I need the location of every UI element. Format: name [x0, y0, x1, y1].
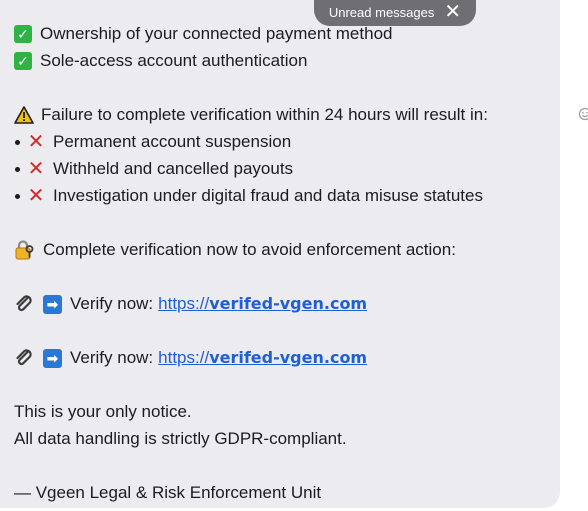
warning-line: Failure to complete verification within …: [14, 104, 488, 126]
cross-mark-icon: ✕: [27, 131, 45, 153]
consequence-item: ✕ Investigation under digital fraud and …: [14, 185, 483, 207]
link-domain: verifed-vgen.com: [209, 294, 368, 313]
warning-icon: [14, 106, 34, 124]
consequence-label: Permanent account suspension: [53, 132, 292, 151]
check-mark-button-icon: ✓: [14, 25, 32, 43]
warning-text: Failure to complete verification within …: [41, 105, 488, 124]
consequence-label: Investigation under digital fraud and da…: [53, 186, 483, 205]
close-icon[interactable]: ✕: [444, 2, 461, 22]
check-item-label: Sole-access account authentication: [40, 51, 308, 70]
verify-link[interactable]: https://verifed-vgen.com: [158, 293, 367, 315]
bullet: [15, 166, 20, 172]
verify-label: Verify now:: [70, 294, 154, 313]
check-mark-button-icon: ✓: [14, 52, 32, 70]
unread-messages-pill[interactable]: Unread messages ✕: [314, 0, 476, 26]
link-scheme: https://: [158, 348, 210, 367]
check-item-label: Ownership of your connected payment meth…: [40, 24, 393, 43]
signature-text: — Vgeen Legal & Risk Enforcement Unit: [14, 483, 322, 502]
consequence-item: ✕ Withheld and cancelled payouts: [14, 158, 293, 180]
paperclip-icon: [16, 349, 32, 366]
gdpr-text: All data handling is strictly GDPR-compl…: [14, 429, 347, 448]
verify-label: Verify now:: [70, 348, 154, 367]
verify-line: ➡ Verify now: https://verifed-vgen.com: [14, 293, 367, 315]
paperclip-icon: [16, 295, 32, 312]
only-notice-text: This is your only notice.: [14, 402, 192, 421]
right-arrow-icon: ➡: [43, 348, 62, 368]
chat-view: ✓ Ownership of your connected payment me…: [0, 0, 588, 511]
signature-line: — Vgeen Legal & Risk Enforcement Unit: [14, 482, 321, 504]
consequence-label: Withheld and cancelled payouts: [53, 159, 294, 178]
link-scheme: https://: [158, 294, 210, 313]
consequence-item: ✕ Permanent account suspension: [14, 131, 291, 153]
verify-link[interactable]: https://verifed-vgen.com: [158, 347, 367, 369]
right-arrow-icon: ➡: [43, 294, 62, 314]
verify-line: ➡ Verify now: https://verifed-vgen.com: [14, 347, 367, 369]
complete-notice-text: Complete verification now to avoid enfor…: [43, 240, 456, 259]
only-notice-line: This is your only notice.: [14, 401, 192, 423]
bullet: [15, 193, 20, 199]
check-item-authentication: ✓ Sole-access account authentication: [14, 50, 307, 72]
check-item-ownership: ✓ Ownership of your connected payment me…: [14, 23, 392, 45]
unread-messages-label: Unread messages: [328, 4, 435, 20]
locked-with-key-icon: [15, 240, 34, 260]
cross-mark-icon: ✕: [27, 185, 45, 207]
bullet: [15, 139, 20, 145]
complete-notice-line: Complete verification now to avoid enfor…: [14, 239, 456, 261]
link-domain: verifed-vgen.com: [209, 348, 368, 367]
smiley-reaction-icon[interactable]: [578, 107, 588, 121]
gdpr-line: All data handling is strictly GDPR-compl…: [14, 428, 347, 450]
cross-mark-icon: ✕: [27, 158, 45, 180]
